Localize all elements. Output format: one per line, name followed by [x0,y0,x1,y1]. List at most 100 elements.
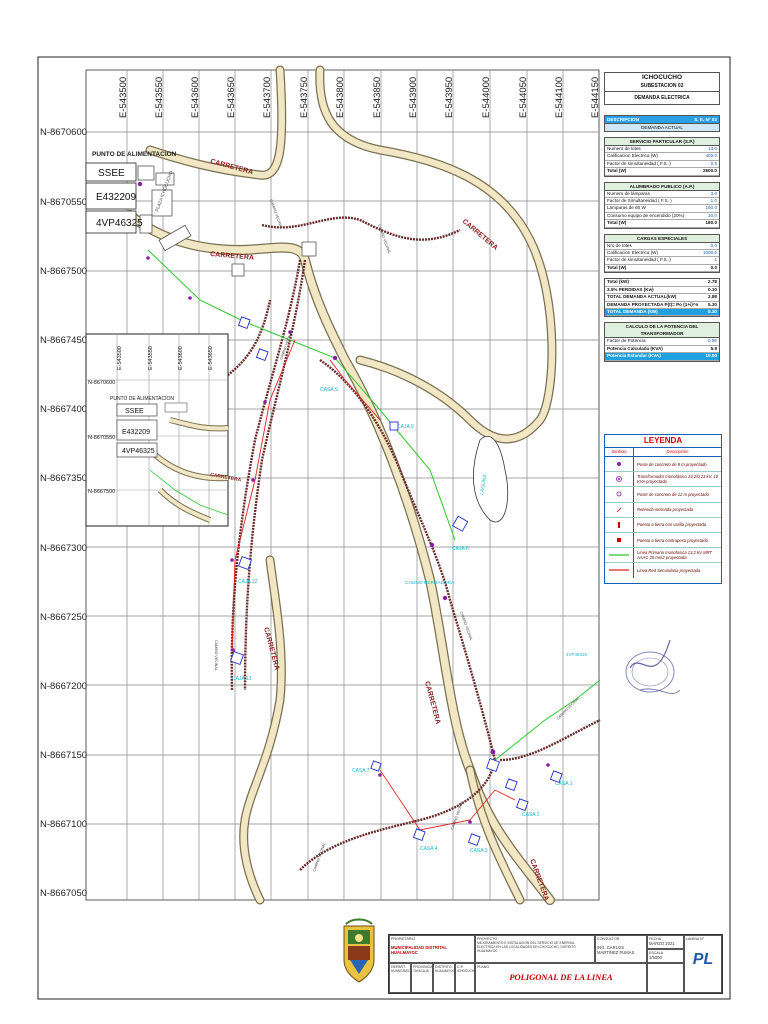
inset-map: E-543500 E-543550 E-543600 E-543650 N-86… [85,333,242,527]
ground-counterweight-icon [605,532,634,548]
northing-label: N-8667200 [40,681,87,692]
legend-col-desc: Descripción [666,449,689,454]
legend-item: Retenida inclinada proyectada [605,502,721,518]
easting-label: E-543900 [408,77,419,118]
punto-alimentacion-label: PUNTO DE ALIMENTACION [92,151,177,158]
totals-row: Total (kW) 2.78 [605,279,719,287]
panel-section: DEMANDA ELECTRICA [604,92,720,105]
northing-label: N-8667050 [40,888,87,899]
legend-title: LEYENDA [643,436,683,445]
municipal-logo [343,918,375,983]
easting-label: E-544100 [554,77,565,118]
ce-total: Total (W) 0.0 [605,264,719,273]
east-code-label: 4VP46325 [566,652,588,657]
legend: LEYENDA Simbolo Descripción Poste de con… [604,434,722,584]
trafo-section: CALCULO DE LA POTENCIA DEL TRANSFORMADOR… [604,322,720,362]
ce-row: Factor de simultaneidad ( F.S. ) 1 [605,257,719,265]
e-code-label: E432209 [96,192,136,203]
tb-propietario: PROPIETARIO MUNICIPALIDAD DISTRITAL HUAL… [389,935,475,963]
totals-row: DEMANDA PROYECTADA P(t)= Po (1+i)^n 5.30 [605,301,719,309]
sp-total: Total (W) 2600.0 [605,168,719,176]
inset-northing: N-8670600 [88,380,115,386]
caja-12-label: CAJA 12 [238,579,258,585]
legend-item: Poste de concreto de 9 m proyectado [605,457,721,473]
legend-item: Linea Primaria monofasica 13,2 kV MRT AA… [605,548,721,564]
transformer-icon [605,472,634,487]
tb-consultor: CONSULTOR ING. CARLOS MARTINEZ PUMAS [595,935,647,963]
sp-row: Calificacion Electrica (W) 400.0 [605,153,719,161]
demand-panel: ICHOCUCHO SUBESTACION 02 DEMANDA ELECTRI… [604,72,720,362]
northing-label: N-8667250 [40,612,87,623]
tb-dist: DISTRITO HUALMAYOC [433,963,455,993]
ce-row: Nro de lotes 0.0 [605,242,719,251]
ap-row: Factor de Simultaneidad ( F.S. ) 1.0 [605,198,719,206]
northing-label: N-8667500 [40,266,87,277]
tb-plano: PLANO POLIGONAL DE LA LINEA [475,963,647,993]
tb-proyecto: PROYECTO MEJORAMIENTO E INSTALACION DEL … [475,935,595,963]
totals-row: TOTAL DEMANDA ACTUAL(kW) 2.88 [605,294,719,302]
retenida-icon [605,502,634,517]
easting-label: E-544050 [518,77,529,118]
casa-3-label: CASA 3 [470,848,488,854]
inset-easting: E-543650 [208,346,214,370]
pole-12m-icon [605,487,634,502]
easting-label: E-543550 [154,77,165,118]
easting-label: E-543700 [262,77,273,118]
panel-title: ICHOCUCHO [604,72,720,82]
legend-item: Poste de concreto de 12 m proyectado [605,487,721,503]
inset-easting: E-543550 [148,346,154,370]
casa-1-label: CASA 1 [555,781,573,787]
easting-label: E-543850 [372,77,383,118]
easting-label: E-543650 [226,77,237,118]
easting-label: E-543950 [444,77,455,118]
casa-4-label: CASA 4 [420,846,438,852]
ce-row: Calificacion Electrica (W) 1000.0 [605,250,719,258]
northing-label: N-8667350 [40,473,87,484]
northing-label: N-8667100 [40,819,87,830]
primary-line-icon [605,548,634,563]
ap-row: Lámparas de 60 W 150.0 [605,205,719,213]
easting-label: E-543500 [118,77,129,118]
tb-escala: ESCALA 1/5000 [647,949,684,963]
title-block: PROPIETARIO MUNICIPALIDAD DISTRITAL HUAL… [388,934,723,994]
northing-label: N-8670550 [40,197,87,208]
caja-6-label: CAJA 6 [452,546,469,552]
sp-row: Factor de simultaneidad ( F.S. ) 0.5 [605,160,719,169]
tb-depto: DEPART. HUANCAVELICA [389,963,411,993]
legend-header: Simbolo Descripción [605,447,721,457]
demanda-actual: DEMANDA ACTUAL [604,124,720,132]
easting-label: E-543600 [190,77,201,118]
northing-label: N-8667300 [40,543,87,554]
inset-northing: N-8667500 [88,489,115,495]
inset-e-code: E432209 [122,429,150,436]
panel-subtitle: SUBESTACION 02 [604,82,720,92]
tb-lamina: LAMINA N° PL [684,935,722,993]
ssee-boxes: SSEE E432209 4VP46325 [85,162,143,234]
ap-row: Consumo equipo de encendido (20%) 30.0 [605,212,719,221]
tb-blank [647,963,684,993]
desc-left: DESCRIPCION [607,117,639,122]
inset-vp-code: 4VP46325 [122,448,155,455]
ground-rod-icon [605,517,634,532]
chuno-herradura-label: CHUNO HERRADURA [405,580,455,586]
ssee-label: SSEE [98,168,125,179]
northing-label: N-8670600 [40,127,87,138]
sp-row: Numero de lotes 13.0 [605,146,719,154]
caja-13-label: CAJA 13 [232,676,252,682]
legend-col-symbol: Simbolo [605,448,634,456]
totals-section: Total (kW) 2.78 3.5% PERDIDAS (Kw) 0.10 TO… [604,278,720,318]
inset-punto-label: PUNTO DE ALIMENTACION [110,396,174,402]
legend-item: Puesta a tierra con varilla proyectada [605,517,721,533]
ap-title: ALUMBRADO PUBLICO (A.P.) [605,182,719,191]
easting-label: E-543750 [299,77,310,118]
sp-title: SERVICIO PARTICULAR (S.P.) [605,138,719,146]
desc-right: S. E. N° 02 [694,117,717,122]
inset-ssee: SSEE [125,408,144,415]
secondary-line-icon [605,563,634,578]
ap-total: Total (W) 180.0 [605,220,719,228]
vp-code-label: 4VP46325 [96,218,143,229]
trafo-row: Potencia Estandar (KVA) 10.00 [605,353,719,361]
northing-label: N-8667450 [40,335,87,346]
casa-s-label: CASA S [320,387,339,393]
legend-item: Puesta a tierra contrapeso proyectado [605,532,721,549]
